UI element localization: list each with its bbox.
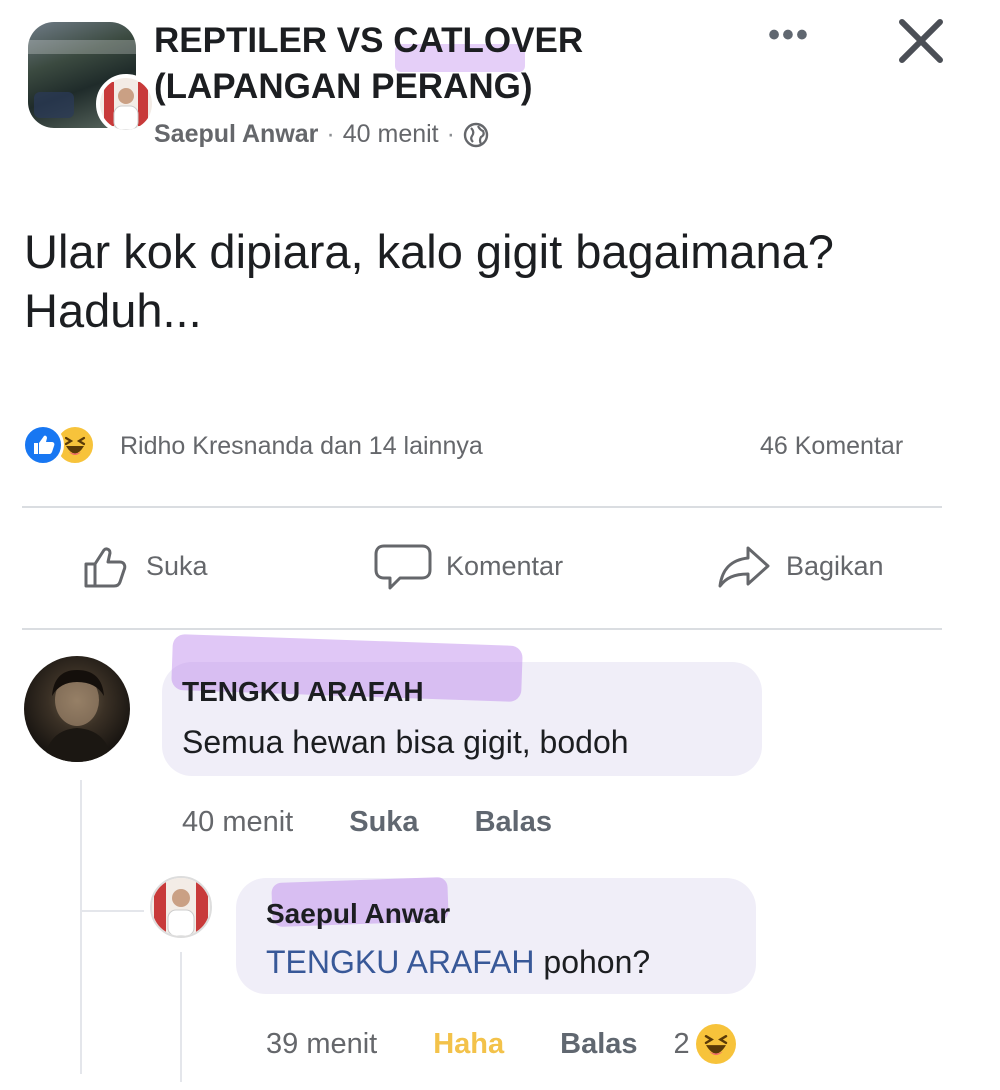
comment-label: Komentar bbox=[446, 550, 564, 581]
comment-author-link[interactable]: TENGKU ARAFAH bbox=[182, 676, 424, 708]
like-button[interactable]: Suka bbox=[80, 540, 208, 592]
group-name-link[interactable]: REPTILER VS CATLOVER (LAPANGAN PERANG) bbox=[154, 18, 754, 110]
reply-time[interactable]: 39 menit bbox=[266, 1028, 377, 1061]
post-meta: Saepul Anwar · 40 menit · bbox=[154, 120, 489, 149]
haha-reaction-icon bbox=[695, 1024, 736, 1064]
meta-separator: · bbox=[326, 120, 335, 148]
meta-separator: · bbox=[446, 120, 455, 148]
close-icon[interactable] bbox=[896, 18, 946, 64]
globe-icon bbox=[463, 122, 489, 147]
comment-time[interactable]: 40 menit bbox=[182, 806, 293, 839]
thread-line bbox=[80, 780, 82, 1074]
speech-bubble-icon bbox=[374, 544, 432, 590]
thread-line bbox=[80, 910, 144, 912]
divider bbox=[22, 506, 942, 508]
like-reaction-icon bbox=[22, 424, 64, 466]
reactors-summary[interactable]: Ridho Kresnanda dan 14 lainnya bbox=[120, 432, 483, 461]
person-photo-icon bbox=[44, 670, 112, 762]
comment-meta: 40 menit Suka Balas bbox=[182, 806, 552, 839]
comment-text: Semua hewan bisa gigit, bodoh bbox=[182, 724, 629, 760]
reply-reply-button[interactable]: Balas bbox=[560, 1028, 637, 1061]
reply-avatar[interactable] bbox=[150, 876, 212, 938]
person-photo-icon bbox=[152, 878, 210, 936]
more-options-button[interactable]: ••• bbox=[762, 18, 816, 56]
poster-avatar[interactable] bbox=[96, 74, 156, 134]
reply-text: TENGKU ARAFAH pohon? bbox=[266, 944, 650, 981]
like-label: Suka bbox=[146, 550, 208, 581]
thumbs-up-icon bbox=[84, 547, 127, 588]
post-body-text: Ular kok dipiara, kalo gigit bagaimana? … bbox=[24, 225, 834, 337]
post-author-link[interactable]: Saepul Anwar bbox=[154, 120, 318, 149]
comment-button[interactable]: Komentar bbox=[374, 540, 563, 592]
group-avatar[interactable] bbox=[28, 22, 156, 134]
share-arrow-icon bbox=[718, 546, 770, 588]
reply-reaction-count[interactable]: 2 bbox=[674, 1028, 690, 1061]
share-button[interactable]: Bagikan bbox=[716, 540, 884, 592]
comment-count-link[interactable]: 46 Komentar bbox=[760, 432, 903, 461]
divider bbox=[22, 628, 942, 630]
reaction-icons[interactable] bbox=[22, 424, 96, 466]
person-photo-icon bbox=[100, 78, 152, 130]
post-time[interactable]: 40 menit bbox=[343, 120, 439, 149]
comment-reply-button[interactable]: Balas bbox=[475, 806, 552, 839]
commenter-avatar[interactable] bbox=[24, 656, 130, 762]
mention-link[interactable]: TENGKU ARAFAH bbox=[266, 944, 535, 980]
reply-reaction-button[interactable]: Haha bbox=[433, 1028, 504, 1061]
thread-line bbox=[180, 952, 182, 1082]
share-label: Bagikan bbox=[786, 550, 884, 581]
reply-meta: 39 menit Haha Balas 2 bbox=[266, 1024, 736, 1064]
comment-like-button[interactable]: Suka bbox=[349, 806, 418, 839]
reply-body: pohon? bbox=[534, 944, 651, 980]
reply-author-link[interactable]: Saepul Anwar bbox=[266, 898, 450, 930]
